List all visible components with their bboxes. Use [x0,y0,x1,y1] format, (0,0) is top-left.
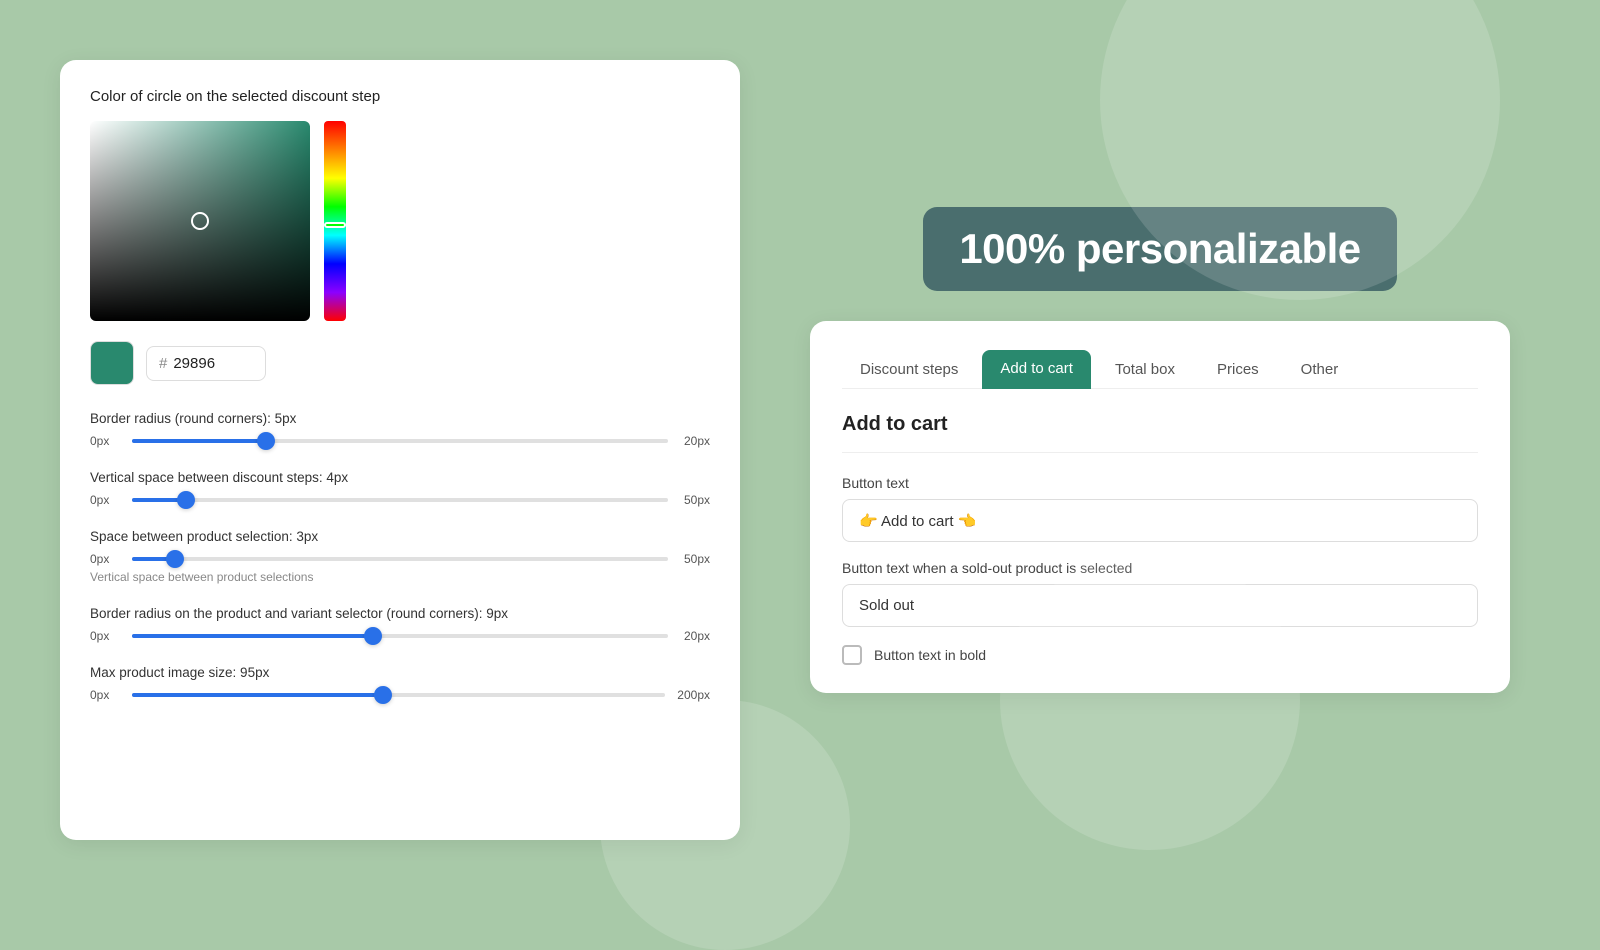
slider-track-border-radius-variant[interactable] [132,634,668,638]
tab-other[interactable]: Other [1283,350,1357,389]
bold-checkbox-label: Button text in bold [874,647,986,663]
slider-thumb-product-space[interactable] [166,550,184,568]
slider-track-image-size[interactable] [132,693,665,697]
slider-row-border-radius-variant: 0px 20px [90,629,710,643]
slider-track-vertical-space[interactable] [132,498,668,502]
bg-decoration-3 [600,700,850,950]
slider-image-size: Max product image size: 95px 0px 200px [90,665,710,702]
slider-thumb-vertical-space[interactable] [177,491,195,509]
color-picker-area [90,121,710,321]
slider-min-border-radius-variant: 0px [90,629,120,643]
slider-max-border-radius: 20px [680,434,710,448]
slider-label-border-radius-variant: Border radius on the product and variant… [90,606,710,621]
slider-row-image-size: 0px 200px [90,688,710,702]
tabs-row: Discount steps Add to cart Total box Pri… [842,349,1478,389]
gradient-cursor [191,212,209,230]
color-hex-row: # [90,341,710,385]
left-panel: Color of circle on the selected discount… [60,60,740,840]
color-spectrum-slider[interactable] [324,121,346,321]
tab-discount-steps[interactable]: Discount steps [842,350,976,389]
button-text-label: Button text [842,475,1478,491]
hex-input-wrap: # [146,346,266,381]
slider-thumb-image-size[interactable] [374,686,392,704]
slider-border-radius: Border radius (round corners): 5px 0px 2… [90,411,710,448]
slider-min-image-size: 0px [90,688,120,702]
slider-vertical-space: Vertical space between discount steps: 4… [90,470,710,507]
tab-add-to-cart[interactable]: Add to cart [982,350,1091,389]
slider-track-border-radius[interactable] [132,439,668,443]
color-gradient-canvas[interactable] [90,121,310,321]
tab-total-box[interactable]: Total box [1097,350,1193,389]
slider-thumb-border-radius[interactable] [257,432,275,450]
slider-label-border-radius: Border radius (round corners): 5px [90,411,710,426]
spectrum-cursor [324,222,346,228]
hex-input[interactable] [173,355,253,372]
slider-row-vertical-space: 0px 50px [90,493,710,507]
slider-row-border-radius: 0px 20px [90,434,710,448]
slider-product-space: Space between product selection: 3px 0px… [90,529,710,584]
button-text-input[interactable] [842,499,1478,542]
slider-max-border-radius-variant: 20px [680,629,710,643]
section-divider [842,452,1478,453]
slider-max-vertical-space: 50px [680,493,710,507]
slider-sublabel-product-space: Vertical space between product selection… [90,570,710,584]
slider-min-border-radius: 0px [90,434,120,448]
slider-label-vertical-space: Vertical space between discount steps: 4… [90,470,710,485]
slider-fill-border-radius-variant [132,634,373,638]
slider-max-product-space: 50px [680,552,710,566]
section-title: Add to cart [842,413,1478,436]
slider-border-radius-variant: Border radius on the product and variant… [90,606,710,643]
slider-fill-border-radius [132,439,266,443]
bold-checkbox[interactable] [842,645,862,665]
tab-prices[interactable]: Prices [1199,350,1277,389]
slider-max-image-size: 200px [677,688,710,702]
slider-label-product-space: Space between product selection: 3px [90,529,710,544]
color-picker-title: Color of circle on the selected discount… [90,88,710,105]
slider-track-product-space[interactable] [132,557,668,561]
slider-label-image-size: Max product image size: 95px [90,665,710,680]
hex-hash-symbol: # [159,355,167,372]
color-swatch[interactable] [90,341,134,385]
slider-fill-image-size [132,693,383,697]
bg-decoration-2 [1000,550,1300,850]
slider-min-vertical-space: 0px [90,493,120,507]
slider-row-product-space: 0px 50px [90,552,710,566]
slider-thumb-border-radius-variant[interactable] [364,627,382,645]
slider-min-product-space: 0px [90,552,120,566]
